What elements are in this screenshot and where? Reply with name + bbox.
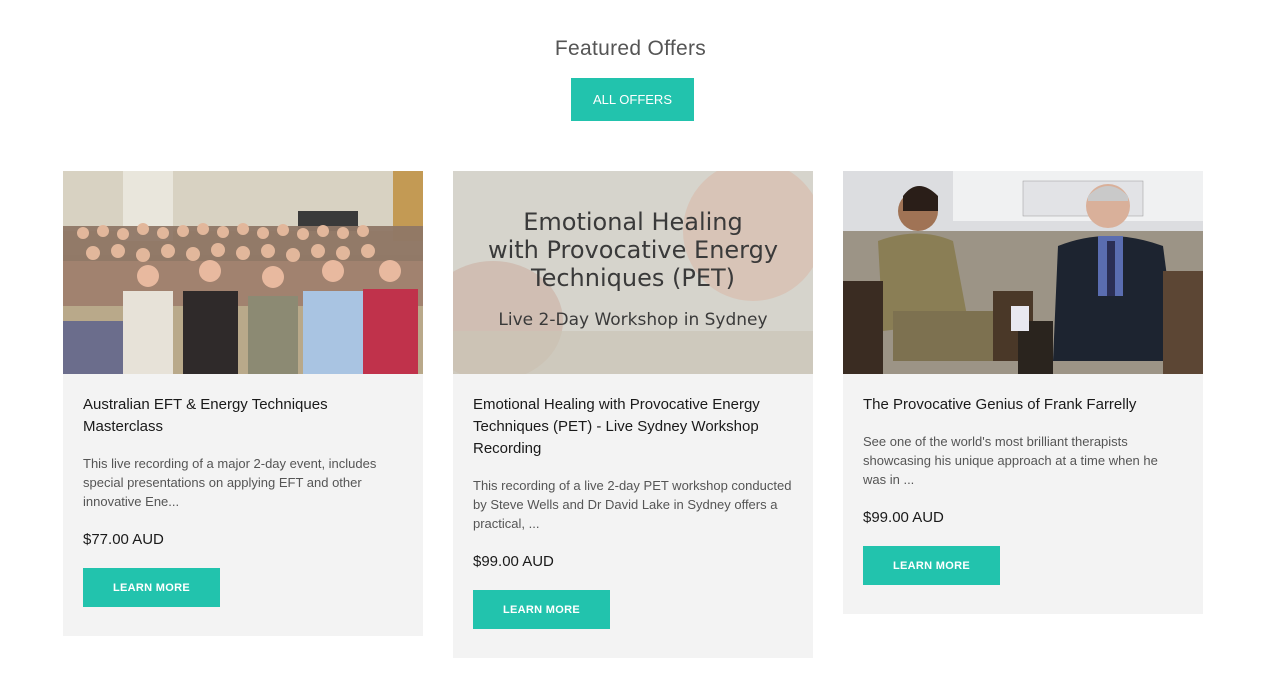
offer-title[interactable]: Australian EFT & Energy Techniques Maste… — [83, 394, 403, 438]
all-offers-button[interactable]: ALL OFFERS — [571, 78, 694, 121]
learn-more-button[interactable]: LEARN MORE — [83, 568, 220, 607]
section-title: Featured Offers — [554, 37, 707, 61]
offer-image[interactable] — [843, 171, 1203, 374]
audience-photo — [63, 171, 423, 374]
offer-description: This live recording of a major 2-day eve… — [83, 456, 377, 509]
offer-description: See one of the world's most brilliant th… — [863, 434, 1158, 487]
offer-title[interactable]: Emotional Healing with Provocative Energ… — [473, 394, 793, 460]
learn-more-button[interactable]: LEARN MORE — [863, 546, 1000, 585]
banner-title-line: with Provocative Energy — [487, 236, 779, 264]
offer-description: This recording of a live 2-day PET works… — [473, 478, 792, 531]
offer-price: $99.00 AUD — [473, 553, 554, 570]
offer-card: Emotional Healing with Provocative Energ… — [453, 171, 813, 658]
banner-title-line: Emotional Healing — [523, 208, 743, 236]
banner-subtitle: Live 2-Day Workshop in Sydney — [498, 310, 768, 330]
learn-more-button[interactable]: LEARN MORE — [473, 590, 610, 629]
offer-title[interactable]: The Provocative Genius of Frank Farrelly — [863, 394, 1183, 416]
offer-card: The Provocative Genius of Frank Farrelly… — [843, 171, 1203, 614]
offer-image[interactable]: Emotional Healing with Provocative Energ… — [453, 171, 813, 374]
offer-card: Australian EFT & Energy Techniques Maste… — [63, 171, 423, 636]
offer-price: $77.00 AUD — [83, 531, 164, 548]
interview-photo — [843, 171, 1203, 374]
offer-image[interactable] — [63, 171, 423, 374]
offer-price: $99.00 AUD — [863, 509, 944, 526]
banner-title-line: Techniques (PET) — [531, 264, 735, 292]
